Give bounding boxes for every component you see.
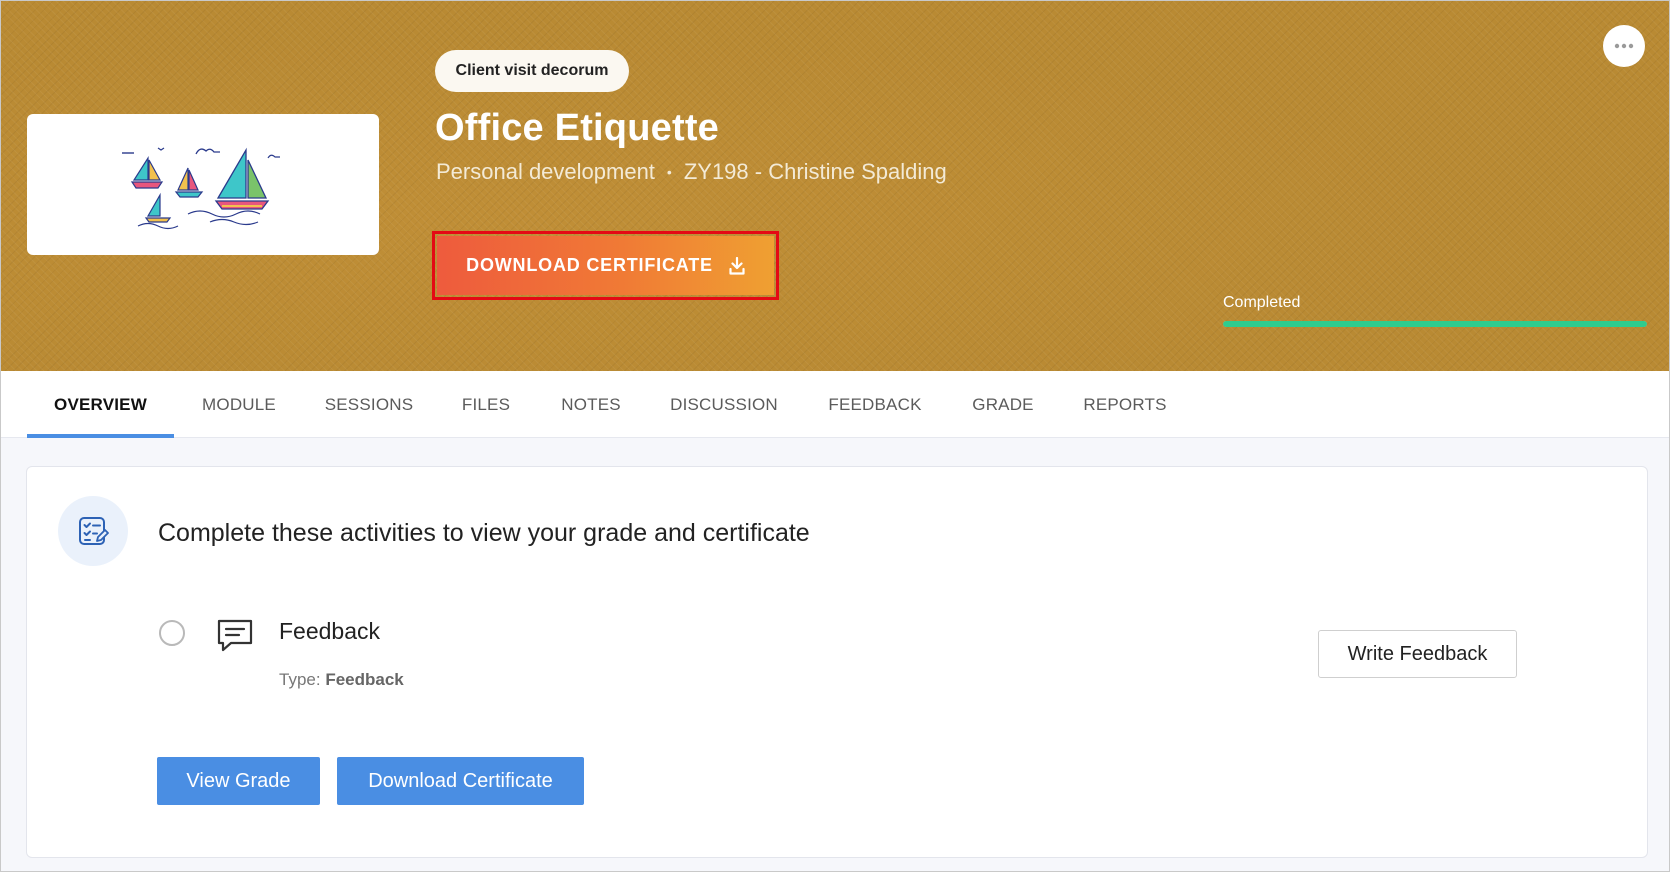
message-icon — [217, 619, 253, 652]
tab-files[interactable]: FILES — [449, 371, 523, 438]
activity-type: Type: Feedback — [279, 670, 404, 690]
more-options-button[interactable] — [1603, 25, 1645, 67]
tab-module[interactable]: MODULE — [189, 371, 289, 438]
tab-overview[interactable]: OVERVIEW — [27, 371, 174, 438]
download-icon — [729, 256, 745, 275]
progress-label: Completed — [1223, 294, 1301, 311]
download-certificate-button[interactable]: DOWNLOAD CERTIFICATE — [437, 236, 774, 295]
tab-sessions[interactable]: SESSIONS — [315, 371, 423, 438]
activity-type-label: Type: — [279, 670, 321, 689]
separator-dot: • — [666, 164, 672, 180]
progress-fill — [1223, 321, 1647, 327]
course-thumbnail — [27, 114, 379, 255]
course-code-instructor: ZY198 - Christine Spalding — [683, 159, 947, 184]
view-grade-button[interactable]: View Grade — [157, 757, 320, 805]
download-certificate-secondary-button[interactable]: Download Certificate — [337, 757, 584, 805]
course-hero-banner: Client visit decorum Office Etiquette Pe… — [1, 1, 1669, 371]
course-tabs: OVERVIEW MODULE SESSIONS FILES NOTES DIS… — [1, 371, 1669, 438]
activity-complete-radio[interactable] — [159, 620, 185, 646]
write-feedback-button[interactable]: Write Feedback — [1318, 630, 1517, 678]
course-category: Personal development — [436, 159, 655, 184]
download-certificate-label: DOWNLOAD CERTIFICATE — [466, 255, 713, 275]
checklist-icon — [79, 517, 109, 545]
tab-discussion[interactable]: DISCUSSION — [659, 371, 789, 438]
sailboats-illustration-icon — [122, 147, 280, 229]
tab-feedback[interactable]: FEEDBACK — [815, 371, 935, 438]
course-page: Client visit decorum Office Etiquette Pe… — [0, 0, 1670, 872]
card-header-icon — [58, 496, 128, 566]
overview-card: Complete these activities to view your g… — [26, 466, 1648, 858]
download-certificate-highlight: DOWNLOAD CERTIFICATE — [432, 231, 779, 300]
course-meta: Personal development • ZY198 - Christine… — [436, 159, 947, 185]
activity-type-value: Feedback — [325, 670, 404, 689]
tab-notes[interactable]: NOTES — [549, 371, 633, 438]
card-heading: Complete these activities to view your g… — [158, 519, 810, 547]
course-tag-pill: Client visit decorum — [435, 50, 629, 92]
progress-bar — [1223, 321, 1647, 327]
course-title: Office Etiquette — [435, 107, 720, 149]
tab-grade[interactable]: GRADE — [961, 371, 1045, 438]
tab-reports[interactable]: REPORTS — [1071, 371, 1179, 438]
activity-name: Feedback — [279, 618, 381, 644]
activity-icon-wrap — [217, 619, 253, 658]
more-horizontal-icon — [1614, 43, 1634, 49]
